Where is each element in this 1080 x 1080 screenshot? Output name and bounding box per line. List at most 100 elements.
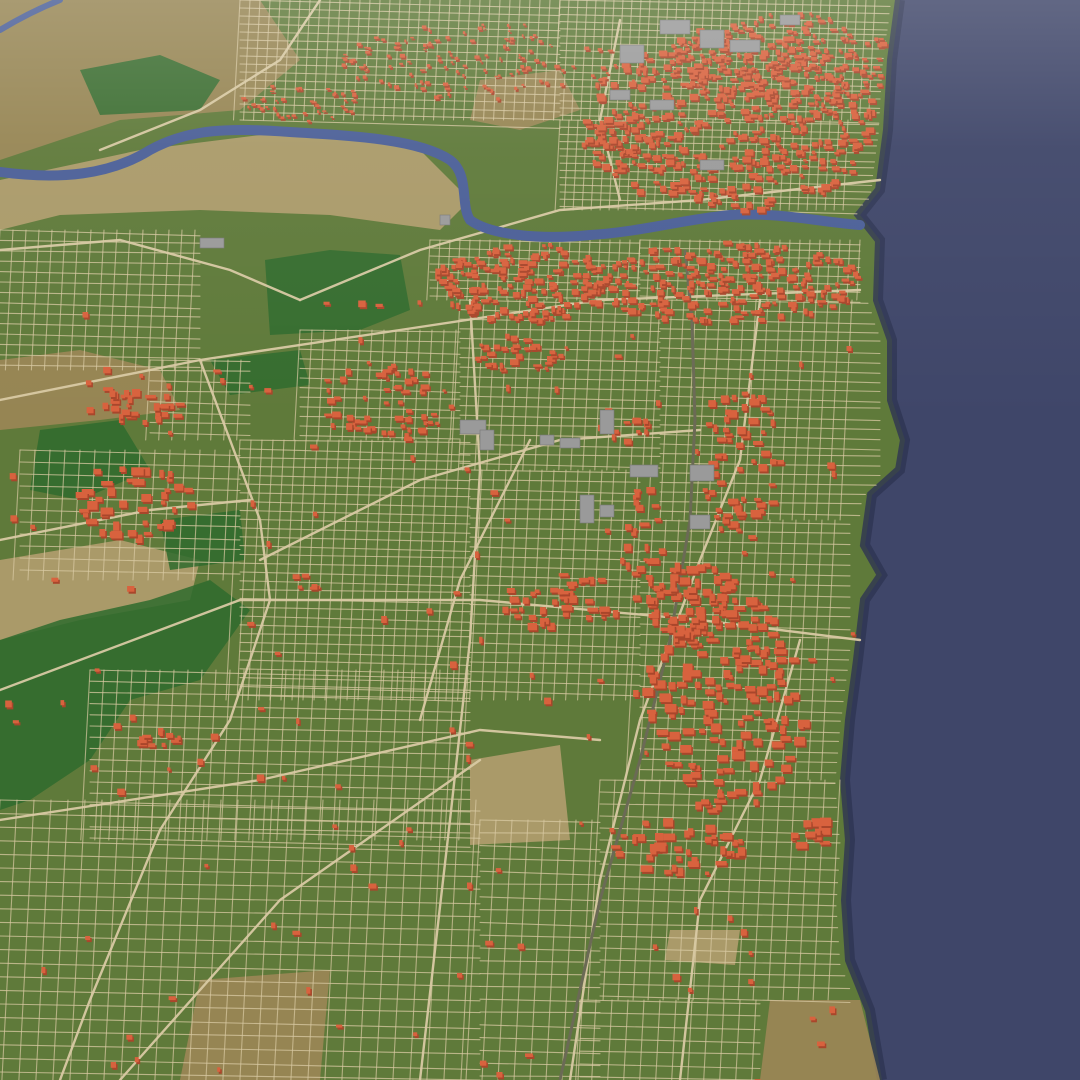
building bbox=[752, 790, 763, 797]
building bbox=[558, 573, 570, 579]
building bbox=[580, 577, 591, 585]
industrial-building bbox=[599, 504, 615, 518]
building bbox=[742, 715, 754, 722]
building bbox=[773, 648, 788, 657]
industrial-building bbox=[559, 437, 581, 449]
industrial-building bbox=[689, 514, 711, 530]
building bbox=[713, 779, 725, 787]
industrial-building bbox=[539, 434, 555, 446]
industrial-building bbox=[579, 494, 595, 524]
building bbox=[705, 689, 716, 697]
building bbox=[131, 467, 146, 478]
building bbox=[716, 437, 728, 444]
building bbox=[673, 632, 686, 639]
building bbox=[740, 655, 752, 664]
building bbox=[127, 530, 138, 539]
building bbox=[726, 610, 739, 620]
building bbox=[132, 478, 146, 488]
building bbox=[719, 572, 732, 582]
building bbox=[767, 631, 780, 639]
building bbox=[671, 595, 683, 602]
building bbox=[820, 817, 833, 828]
building bbox=[727, 498, 740, 507]
building bbox=[724, 623, 737, 630]
industrial-building bbox=[689, 464, 715, 482]
building bbox=[756, 501, 768, 510]
terrain-map[interactable] bbox=[0, 0, 1080, 1080]
building bbox=[649, 558, 661, 566]
building bbox=[775, 640, 786, 650]
building bbox=[766, 684, 777, 691]
building bbox=[794, 736, 807, 748]
building bbox=[527, 622, 539, 633]
building bbox=[781, 764, 793, 774]
building bbox=[750, 696, 761, 705]
building bbox=[137, 506, 149, 514]
building bbox=[758, 464, 769, 474]
building bbox=[732, 751, 746, 762]
building bbox=[757, 605, 770, 612]
building bbox=[678, 577, 692, 587]
building bbox=[664, 704, 678, 715]
building bbox=[687, 861, 701, 869]
building bbox=[663, 818, 675, 829]
building bbox=[737, 426, 748, 437]
building bbox=[722, 832, 734, 842]
atmosphere-haze bbox=[0, 0, 1080, 420]
building bbox=[509, 599, 521, 605]
building bbox=[680, 745, 693, 755]
building bbox=[761, 450, 772, 459]
building bbox=[141, 494, 153, 504]
building bbox=[561, 605, 574, 613]
building bbox=[765, 725, 778, 732]
farmland-south-2 bbox=[470, 745, 570, 845]
building bbox=[690, 670, 703, 679]
building bbox=[715, 861, 729, 868]
building bbox=[87, 501, 100, 512]
building bbox=[785, 755, 797, 763]
building bbox=[757, 623, 769, 632]
building bbox=[736, 511, 748, 518]
building bbox=[687, 587, 698, 595]
map-view[interactable] bbox=[0, 0, 1080, 1080]
building bbox=[568, 595, 579, 606]
building bbox=[101, 481, 115, 488]
building bbox=[100, 507, 115, 517]
building bbox=[111, 530, 124, 541]
building bbox=[174, 483, 185, 493]
building bbox=[706, 638, 720, 644]
building bbox=[795, 841, 809, 851]
industrial-building bbox=[629, 464, 659, 478]
building bbox=[775, 776, 786, 785]
building bbox=[599, 606, 612, 614]
building bbox=[659, 693, 673, 705]
building bbox=[705, 824, 717, 835]
building bbox=[789, 657, 801, 665]
building bbox=[768, 500, 780, 507]
building bbox=[690, 771, 702, 780]
building bbox=[723, 768, 735, 775]
building bbox=[587, 607, 600, 614]
building bbox=[745, 597, 760, 608]
building bbox=[697, 651, 709, 659]
building bbox=[709, 737, 720, 744]
building bbox=[682, 728, 696, 737]
building bbox=[611, 845, 622, 851]
building bbox=[642, 687, 655, 698]
building bbox=[705, 677, 716, 687]
building bbox=[740, 731, 753, 741]
building bbox=[656, 729, 670, 738]
building bbox=[780, 736, 793, 743]
farmland-coast-south bbox=[760, 1000, 880, 1080]
building bbox=[753, 440, 765, 447]
farmland-field bbox=[665, 930, 740, 965]
building bbox=[646, 487, 657, 496]
building bbox=[717, 755, 730, 764]
building bbox=[744, 686, 757, 694]
building bbox=[776, 656, 788, 665]
building bbox=[663, 833, 677, 843]
building bbox=[639, 522, 651, 529]
building bbox=[184, 487, 195, 495]
building bbox=[702, 700, 715, 711]
building bbox=[805, 831, 817, 840]
